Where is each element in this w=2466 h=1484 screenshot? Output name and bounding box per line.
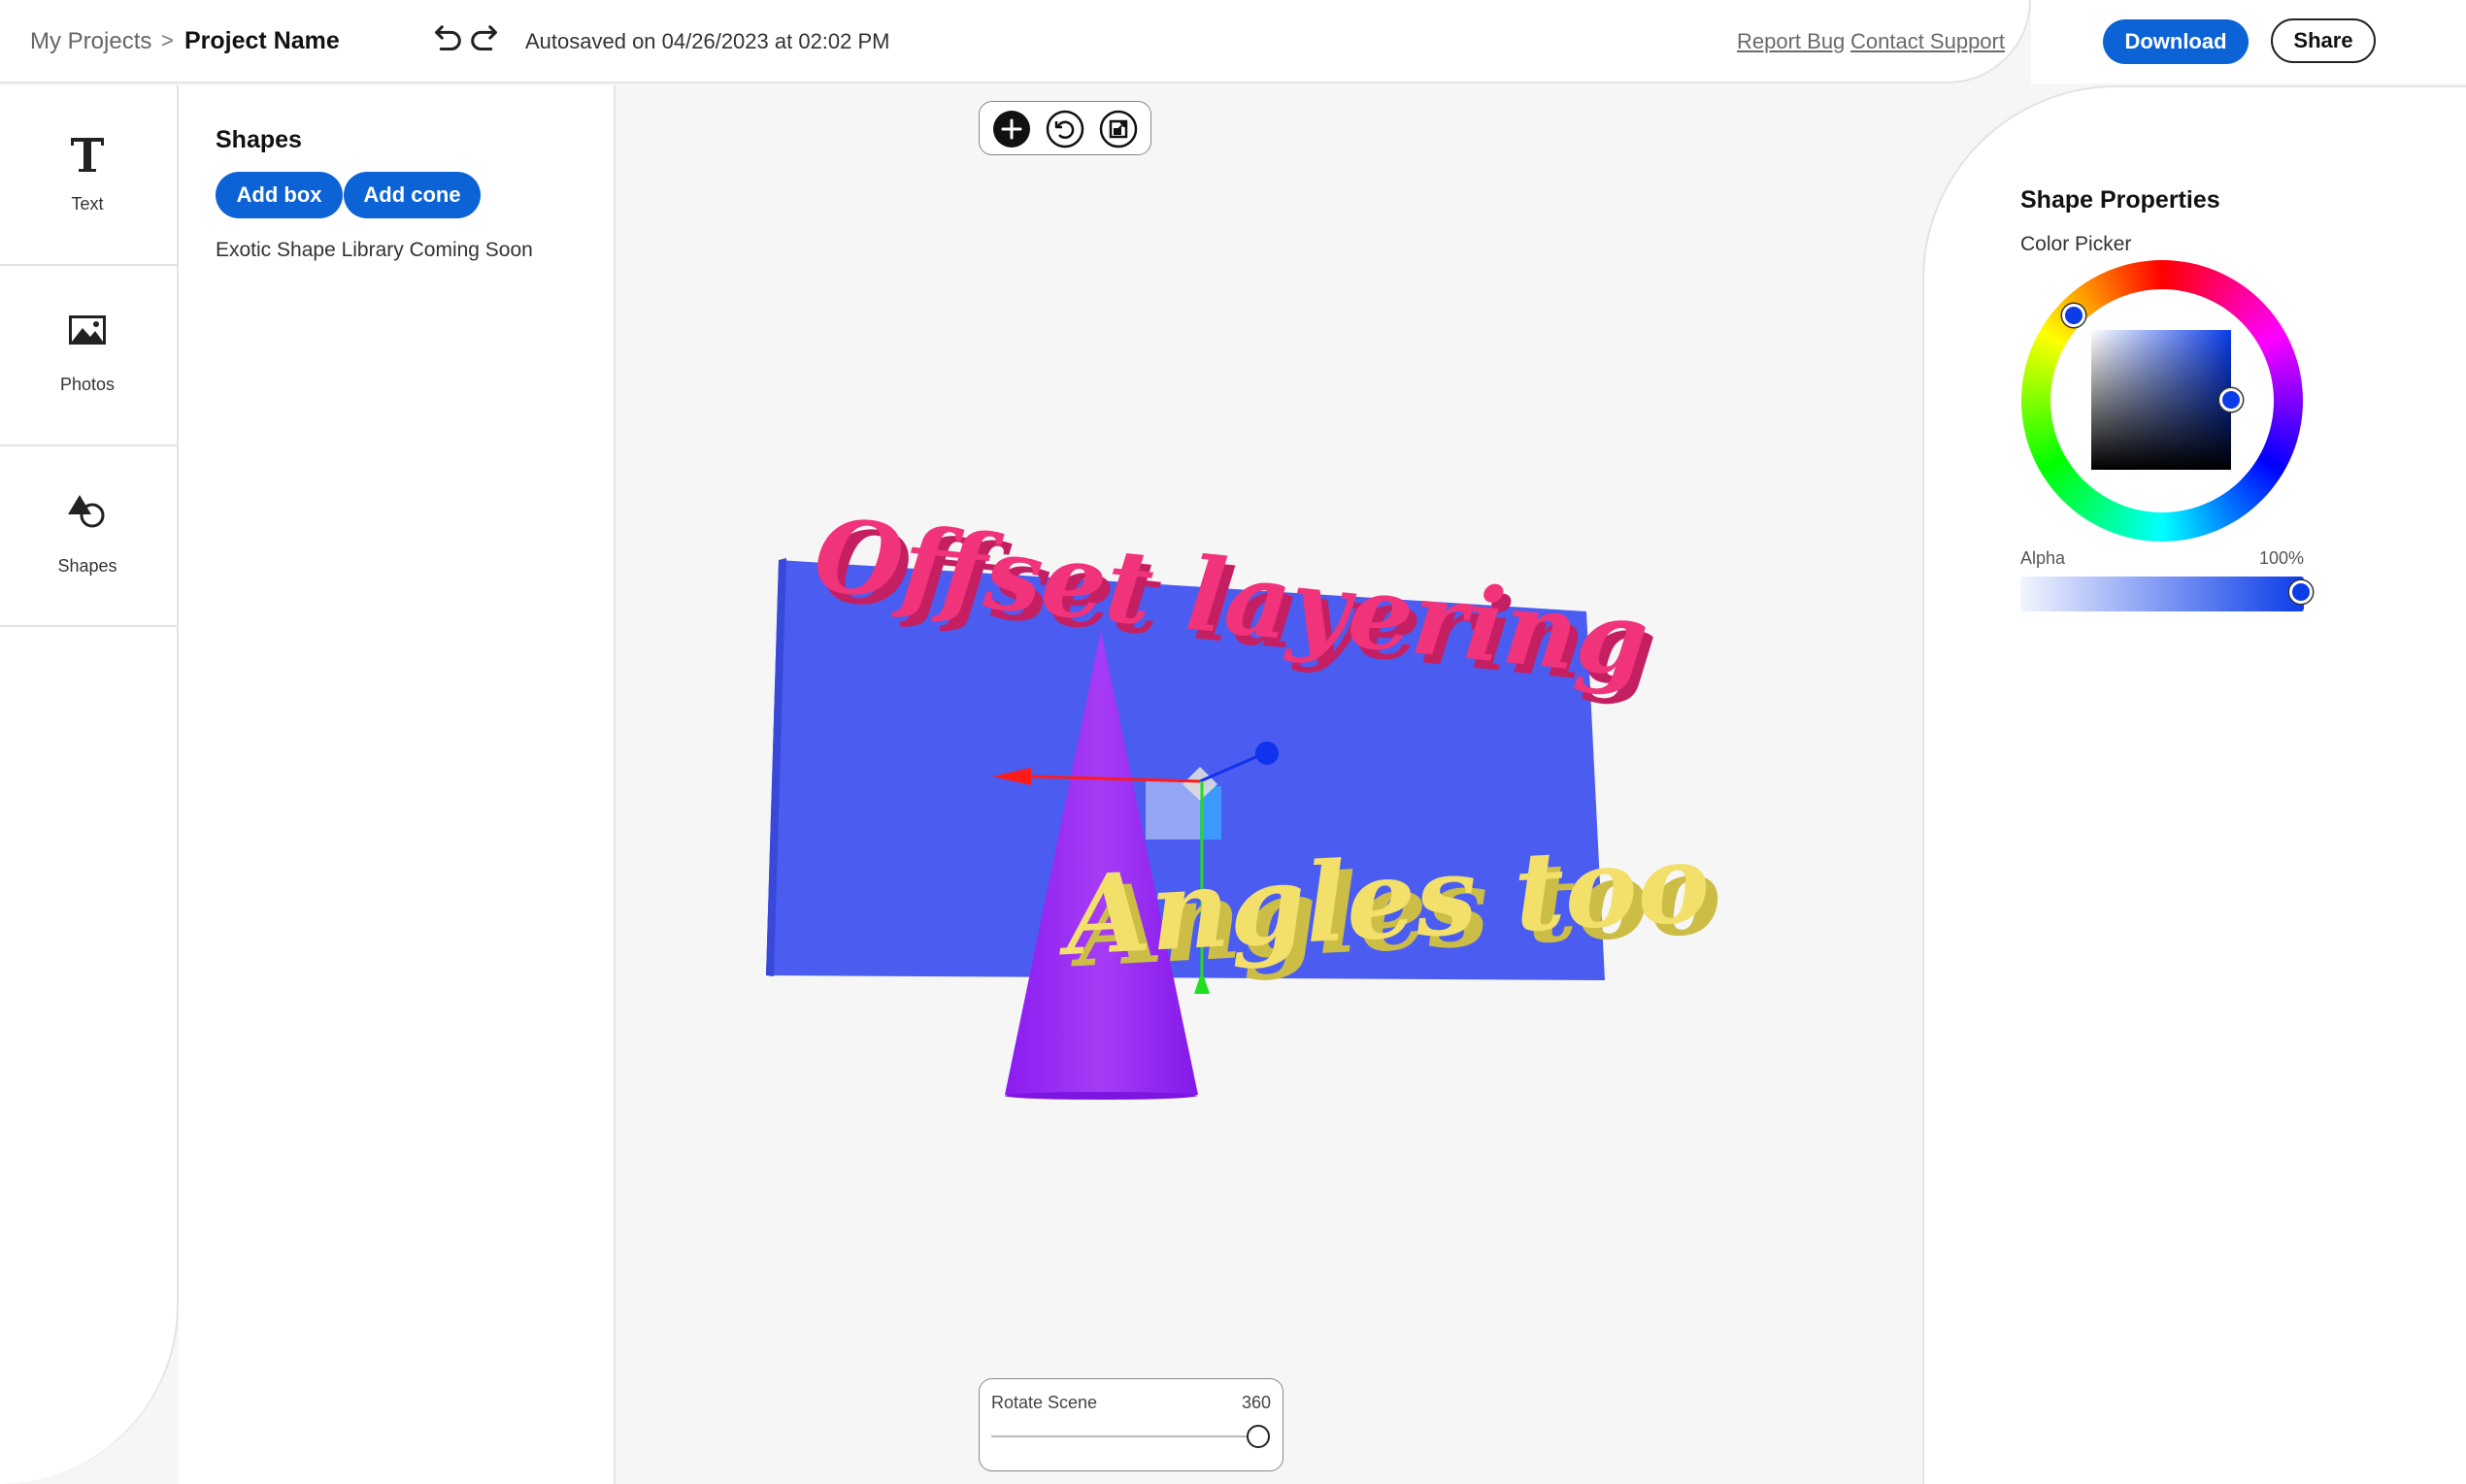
rail-item-text[interactable]: Text <box>0 85 177 266</box>
rotate-scene-control: Rotate Scene 360 <box>979 1378 1283 1471</box>
saturation-value-square[interactable] <box>2091 330 2231 470</box>
undo-icon[interactable] <box>428 21 465 58</box>
rotate-scene-value: 360 <box>1241 1393 1271 1412</box>
top-bar: My Projects > Project Name Autosaved on … <box>0 0 2031 83</box>
shape-library-note: Exotic Shape Library Coming Soon <box>216 239 533 261</box>
download-button[interactable]: Download <box>2103 19 2249 64</box>
top-actions <box>2031 0 2466 83</box>
alpha-slider[interactable] <box>2020 577 2304 611</box>
rotate-scene-thumb[interactable] <box>1247 1425 1270 1448</box>
z-axis-handle[interactable] <box>1255 742 1279 765</box>
add-cone-button[interactable]: Add cone <box>344 172 481 218</box>
share-button[interactable]: Share <box>2271 18 2376 63</box>
scene-viewport[interactable]: Offset layering Offset layering Angles t… <box>616 85 1922 1367</box>
color-picker <box>2021 260 2303 542</box>
autosave-status: Autosaved on 04/26/2023 at 02:02 PM <box>525 29 890 53</box>
report-bug-link[interactable]: Report Bug <box>1737 29 1845 54</box>
redo-icon[interactable] <box>467 21 504 58</box>
contact-support-link[interactable]: Contact Support <box>1850 29 2005 54</box>
alpha-thumb[interactable] <box>2289 580 2313 604</box>
rail-label-shapes: Shapes <box>57 556 117 576</box>
rail-label-text: Text <box>71 194 104 214</box>
rail-item-photos[interactable]: Photos <box>0 266 177 446</box>
rotate-icon[interactable] <box>1045 109 1085 149</box>
image-icon <box>69 315 106 345</box>
color-picker-label: Color Picker <box>2020 233 2132 255</box>
rotate-scene-label: Rotate Scene <box>991 1393 1098 1412</box>
alpha-value: 100% <box>2259 548 2305 568</box>
hue-handle[interactable] <box>2062 304 2085 327</box>
breadcrumb-my-projects[interactable]: My Projects <box>30 28 151 55</box>
rail-item-shapes[interactable]: Shapes <box>0 446 177 627</box>
shapes-panel-title: Shapes <box>216 126 302 153</box>
canvas-toolbar <box>979 101 1151 155</box>
tool-rail: Text Photos Shapes <box>0 85 179 1484</box>
rail-label-photos: Photos <box>59 375 116 394</box>
alpha-label: Alpha <box>2020 548 2066 568</box>
saturation-handle[interactable] <box>2219 388 2243 412</box>
project-name[interactable]: Project Name <box>184 27 340 55</box>
rotate-scene-track[interactable] <box>991 1435 1265 1437</box>
scale-icon[interactable] <box>1098 109 1139 149</box>
shapes-icon <box>68 495 105 528</box>
breadcrumb-separator-icon: > <box>161 28 174 52</box>
shapes-panel: Shapes Add box Add cone Exotic Shape Lib… <box>179 85 616 1484</box>
add-icon[interactable] <box>991 109 1032 149</box>
shape-properties-panel: Shape Properties Color Picker Alpha 100% <box>1922 85 2466 1484</box>
shape-properties-title: Shape Properties <box>2020 186 2220 214</box>
text-icon <box>71 138 104 172</box>
add-box-button[interactable]: Add box <box>216 172 343 218</box>
